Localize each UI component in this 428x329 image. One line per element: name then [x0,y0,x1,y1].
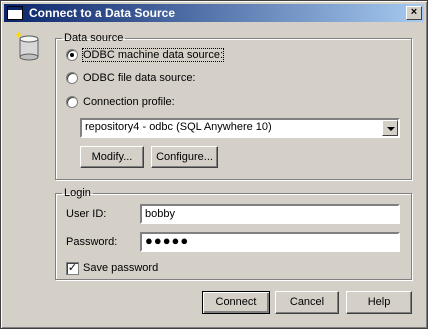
configure-button-label: Configure... [156,151,213,163]
odbc-file-label[interactable]: ODBC file data source: [83,72,196,84]
save-password-checkbox[interactable]: ✓ [66,262,79,275]
dialog-title: Connect to a Data Source [29,6,176,20]
data-source-select-value: repository4 - odbc (SQL Anywhere 10) [85,121,272,133]
user-id-value: bobby [145,208,175,220]
odbc-file-radio[interactable] [66,72,78,84]
password-label: Password: [66,236,118,248]
close-icon: × [410,6,418,18]
connect-button-label: Connect [215,296,257,308]
cancel-button[interactable]: Cancel [275,291,339,314]
connection-profile-label[interactable]: Connection profile: [83,96,175,108]
database-cylinder-icon [14,31,39,61]
connect-dialog: Connect to a Data Source × Data source O… [0,0,428,329]
save-password-label[interactable]: Save password [83,262,158,274]
check-icon: ✓ [67,262,78,274]
cancel-button-label: Cancel [289,296,325,308]
help-button[interactable]: Help [346,291,412,314]
close-button[interactable]: × [406,6,422,20]
modify-button[interactable]: Modify... [80,146,144,168]
data-source-select[interactable]: repository4 - odbc (SQL Anywhere 10) [80,118,400,138]
modify-button-label: Modify... [91,151,133,163]
data-source-group-label: Data source [64,32,124,44]
window-icon [7,6,23,20]
password-field[interactable]: ●●●●● [140,232,400,252]
connection-profile-radio[interactable] [66,96,78,108]
chevron-down-icon[interactable] [382,120,398,136]
password-value: ●●●●● [145,233,190,248]
odbc-machine-radio[interactable] [66,49,78,61]
help-button-label: Help [367,296,391,308]
user-id-field[interactable]: bobby [140,204,400,224]
connect-button[interactable]: Connect [202,291,270,314]
odbc-machine-label[interactable]: ODBC machine data source: [81,48,225,62]
configure-button[interactable]: Configure... [151,146,218,168]
title-bar[interactable]: Connect to a Data Source × [4,4,424,22]
user-id-label: User ID: [66,208,107,220]
login-group-label: Login [64,187,91,199]
